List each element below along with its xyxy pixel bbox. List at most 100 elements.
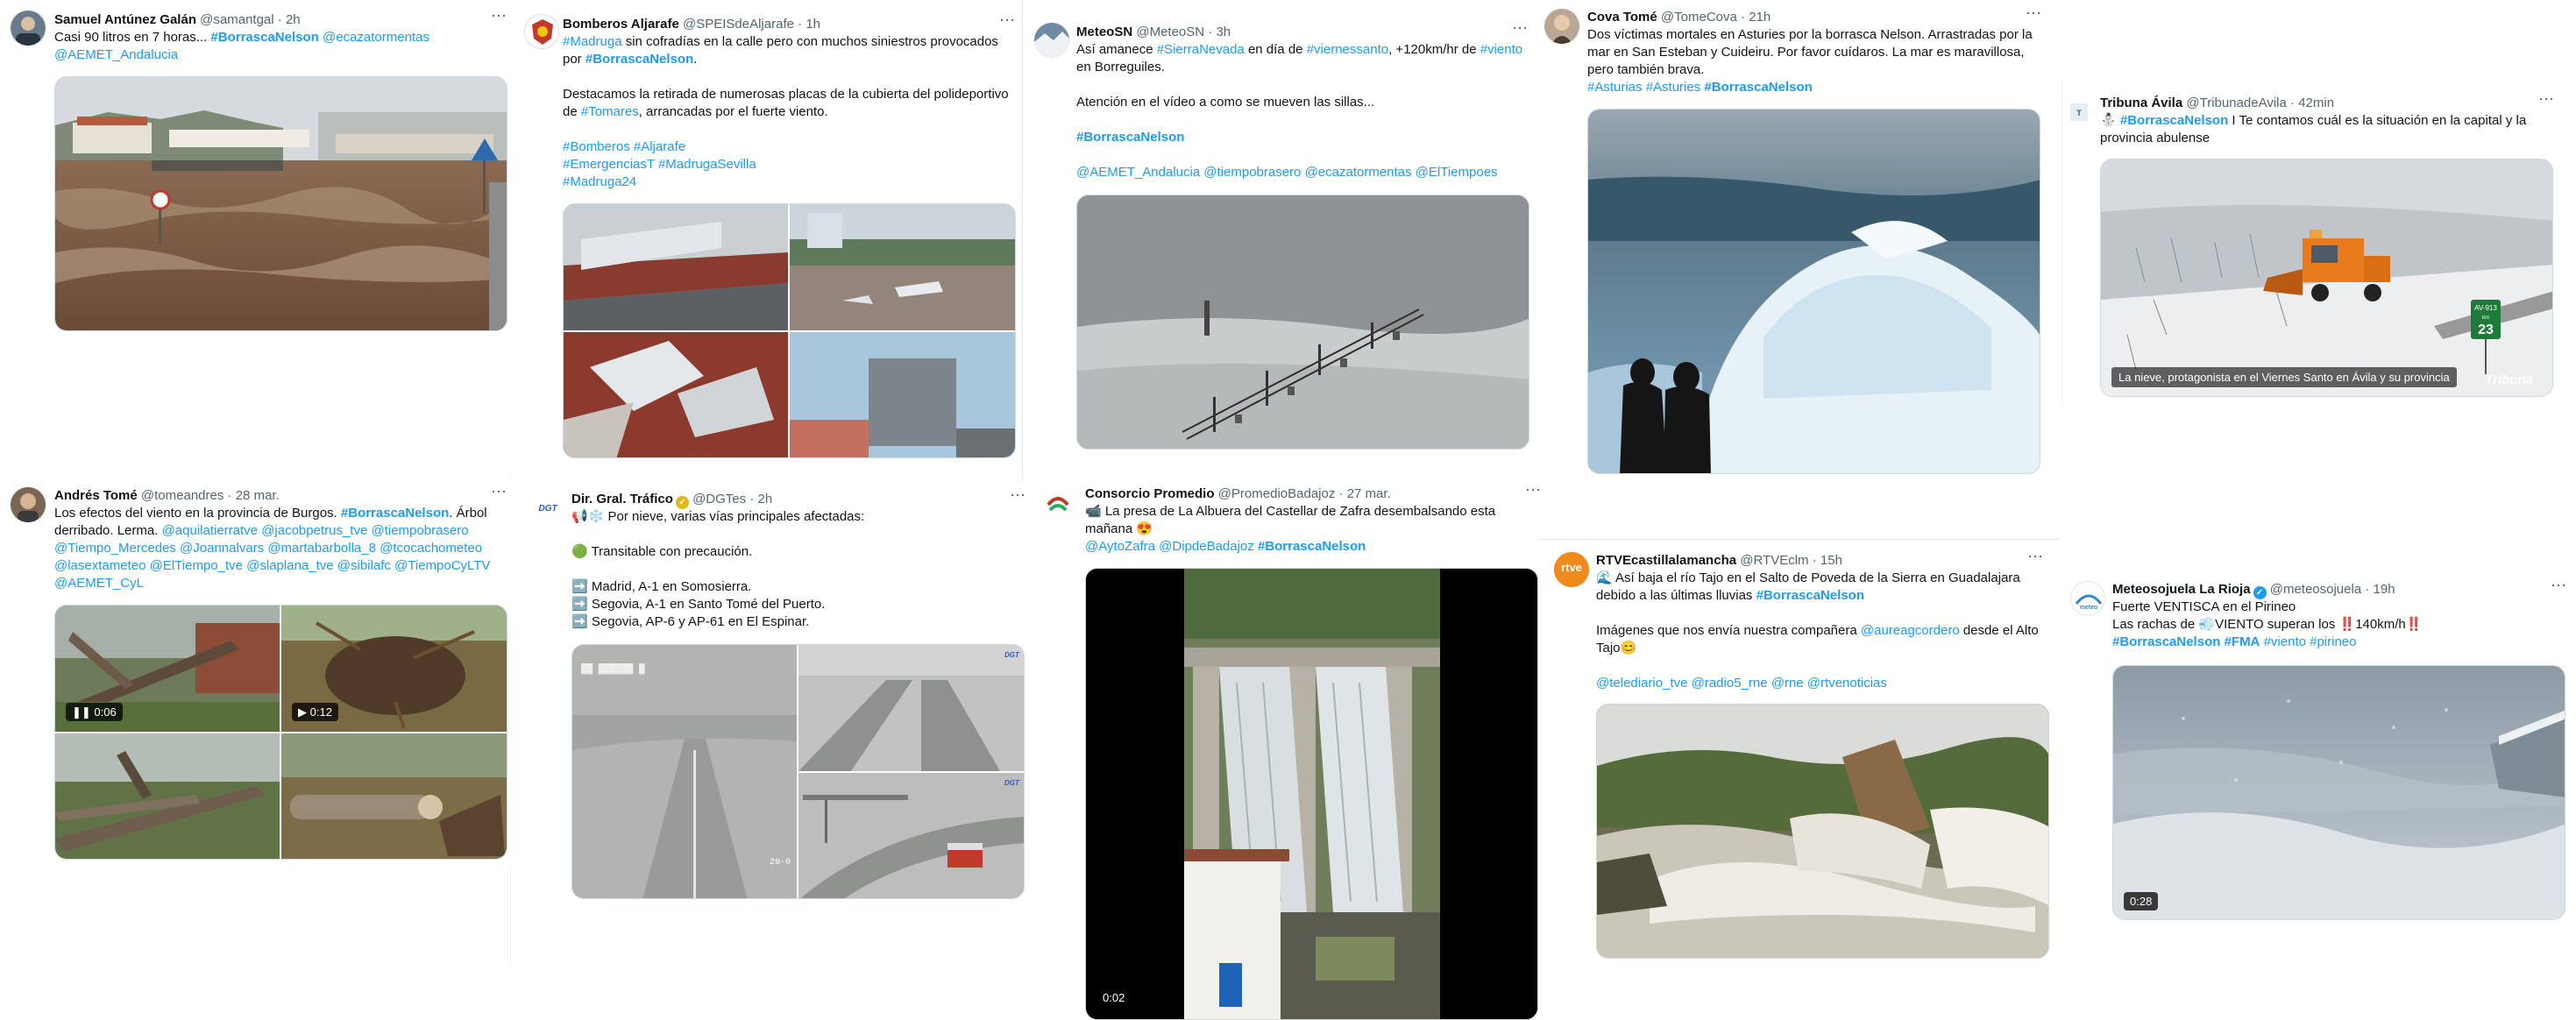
author-name[interactable]: Cova Tomé — [1587, 10, 1657, 25]
tweet-media[interactable] — [1076, 195, 1529, 450]
tweet-card[interactable]: meteo Meteosojuela La Rioja ✓ @meteosojue… — [2070, 574, 2576, 942]
timestamp[interactable]: 28 mar. — [236, 488, 280, 503]
author-name[interactable]: Dir. Gral. Tráfico — [571, 492, 673, 506]
author-name[interactable]: RTVEcastillalamancha — [1596, 553, 1736, 568]
tweet-link[interactable]: @AEMET_Andalucia — [54, 47, 178, 62]
tweet-card[interactable]: T Tribuna Ávila @TribunadeAvila · 42min … — [2065, 84, 2576, 400]
tweet-card[interactable]: Andrés Tomé @tomeandres · 28 mar. ⋯ Los … — [0, 480, 517, 866]
timestamp[interactable]: 27 mar. — [1347, 486, 1391, 501]
traffic-camera-santo-tome[interactable]: DGT — [798, 645, 1024, 771]
tweet-link[interactable]: @telediario_tve @radio5_rne @rne @rtveno… — [1596, 676, 1887, 691]
author-handle[interactable]: @PromedioBadajoz — [1218, 486, 1336, 501]
tweet-card[interactable]: Samuel Antúnez Galán @samantgal · 2h ⋯ C… — [0, 0, 517, 351]
more-icon[interactable]: ⋯ — [1512, 20, 1529, 36]
tweet-media[interactable]: 0:28 — [2112, 665, 2565, 920]
tweet-link[interactable]: #BorrascaNelson — [1704, 80, 1812, 95]
author-handle[interactable]: @DGTes — [692, 492, 746, 506]
more-icon[interactable]: ⋯ — [491, 484, 507, 499]
photo-roof-debris[interactable] — [564, 332, 788, 457]
avatar[interactable] — [11, 11, 46, 46]
avatar[interactable] — [11, 487, 46, 522]
tweet-media[interactable]: AV-913 km 23 La nieve, protagonista en e… — [2100, 159, 2553, 397]
tweet-card[interactable]: rtve RTVEcastillalamancha @RTVEclm · 15h… — [1547, 547, 2055, 959]
photo-building[interactable] — [790, 332, 1015, 457]
timestamp[interactable]: 15h — [1820, 553, 1842, 568]
tweet-link[interactable]: #viento #pirineo — [2264, 634, 2357, 649]
tweet-media[interactable] — [1587, 109, 2040, 474]
more-icon[interactable]: ⋯ — [2551, 577, 2567, 593]
author-name[interactable]: Consorcio Promedio — [1085, 486, 1215, 501]
tweet-card[interactable]: MeteoSN @MeteoSN · 3h ⋯ Así amanece #Sie… — [1024, 0, 1536, 473]
tweet-link[interactable]: #Tomares — [581, 104, 639, 119]
more-icon[interactable]: ⋯ — [1525, 482, 1542, 498]
more-icon[interactable]: ⋯ — [491, 8, 507, 24]
tweet-card[interactable]: DGT Dir. Gral. Tráfico ✓ @DGTes · 2h ⋯ 📢❄… — [526, 480, 1030, 918]
tweet-link[interactable]: @AEMET_Andalucia @tiempobrasero @ecazato… — [1076, 165, 1498, 180]
timestamp[interactable]: 42min — [2298, 96, 2334, 110]
author-handle[interactable]: @RTVEclm — [1740, 553, 1808, 568]
avatar[interactable] — [1043, 487, 1073, 517]
author-handle[interactable]: @samantgal — [200, 12, 273, 27]
author-name[interactable]: MeteoSN — [1076, 25, 1132, 39]
tweet-link[interactable]: #BorrascaNelson — [1258, 539, 1366, 554]
author-handle[interactable]: @tomeandres — [141, 488, 224, 503]
pause-icon[interactable]: ❚❚ — [72, 705, 91, 719]
avatar[interactable]: rtve — [1554, 552, 1589, 587]
tweet-link[interactable]: #Madruga — [563, 34, 622, 49]
tweet-link[interactable]: #SierraNevada — [1157, 42, 1245, 57]
photo-roof-damage[interactable] — [564, 204, 788, 330]
tweet-link[interactable]: #BorrascaNelson — [585, 52, 693, 67]
tweet-link[interactable]: #BorrascaNelson — [1756, 588, 1864, 603]
more-icon[interactable]: ⋯ — [999, 12, 1016, 28]
timestamp[interactable]: 2h — [757, 492, 772, 506]
avatar[interactable]: DGT — [533, 492, 563, 522]
photo-tree-trunks[interactable] — [55, 733, 280, 859]
tweet-link[interactable]: #viento — [1480, 42, 1522, 57]
tweet-media[interactable]: ▓▓ ▓▓▓▓▓▓ ▓ 29-0 DGT DGT — [571, 644, 1025, 899]
tweet-media[interactable]: ❚❚ 0:06 ▶ 0:12 — [54, 605, 507, 860]
more-icon[interactable]: ⋯ — [2027, 549, 2044, 564]
tweet-link[interactable]: #BorrascaNelson — [210, 30, 318, 45]
author-name[interactable]: Meteosojuela La Rioja — [2112, 582, 2251, 597]
author-handle[interactable]: @SPEISdeAljarafe — [683, 17, 794, 32]
tweet-link[interactable]: @aureagcordero — [1861, 623, 1960, 638]
more-icon[interactable]: ⋯ — [2026, 5, 2042, 21]
tweet-link[interactable]: #BorrascaNelson — [1076, 130, 1184, 145]
tweet-media[interactable] — [1596, 704, 2049, 959]
photo-cut-logs[interactable] — [281, 733, 507, 859]
avatar[interactable] — [1034, 23, 1069, 58]
video-fallen-tree[interactable]: ❚❚ 0:06 — [55, 606, 280, 732]
traffic-camera-el-espinar[interactable]: DGT — [798, 773, 1024, 898]
tweet-card[interactable]: Consorcio Promedio @PromedioBadajoz · 27… — [1034, 480, 1541, 1020]
more-icon[interactable]: ⋯ — [2538, 91, 2555, 107]
avatar[interactable] — [524, 14, 559, 49]
play-icon[interactable]: ▶ — [298, 705, 307, 719]
tweet-media[interactable] — [563, 203, 1016, 458]
tweet-card[interactable]: Cova Tomé @TomeCova · 21h ⋯ Dos víctimas… — [1538, 0, 2047, 491]
tweet-link[interactable]: @AytoZafra @DipdeBadajoz — [1085, 539, 1254, 554]
video-tree-roots[interactable]: ▶ 0:12 — [281, 606, 507, 732]
timestamp[interactable]: 1h — [805, 17, 820, 32]
author-name[interactable]: Samuel Antúnez Galán — [54, 12, 196, 27]
author-handle[interactable]: @MeteoSN — [1136, 25, 1204, 39]
photo-sheets-on-ground[interactable] — [790, 204, 1015, 330]
avatar[interactable]: meteo — [2070, 581, 2105, 616]
tweet-link[interactable]: #BorrascaNelson #FMA — [2112, 634, 2260, 649]
author-name[interactable]: Bomberos Aljarafe — [563, 17, 679, 32]
timestamp[interactable]: 3h — [1216, 25, 1231, 39]
tweet-link[interactable]: #BorrascaNelson — [341, 506, 449, 521]
author-handle[interactable]: @TribunadeAvila — [2186, 96, 2286, 110]
tweet-link[interactable]: @ecazatormentas — [323, 30, 429, 45]
author-handle[interactable]: @TomeCova — [1661, 10, 1737, 25]
tweet-link[interactable]: #Asturias #Asturies — [1587, 80, 1700, 95]
author-handle[interactable]: @meteosojuela — [2270, 582, 2361, 597]
tweet-card[interactable]: Bomberos Aljarafe @SPEISdeAljarafe · 1h … — [517, 0, 1021, 473]
traffic-camera-somosierra[interactable]: ▓▓ ▓▓▓▓▓▓ ▓ 29-0 — [572, 645, 797, 898]
tweet-media[interactable] — [54, 76, 507, 331]
avatar[interactable]: T — [2065, 98, 2093, 126]
timestamp[interactable]: 19h — [2374, 582, 2395, 597]
author-name[interactable]: Tribuna Ávila — [2100, 96, 2182, 110]
tweet-link[interactable]: #Bomberos #Aljarafe #EmergenciasT #Madru… — [563, 139, 756, 189]
timestamp[interactable]: 21h — [1749, 10, 1771, 25]
avatar[interactable] — [1544, 9, 1579, 44]
